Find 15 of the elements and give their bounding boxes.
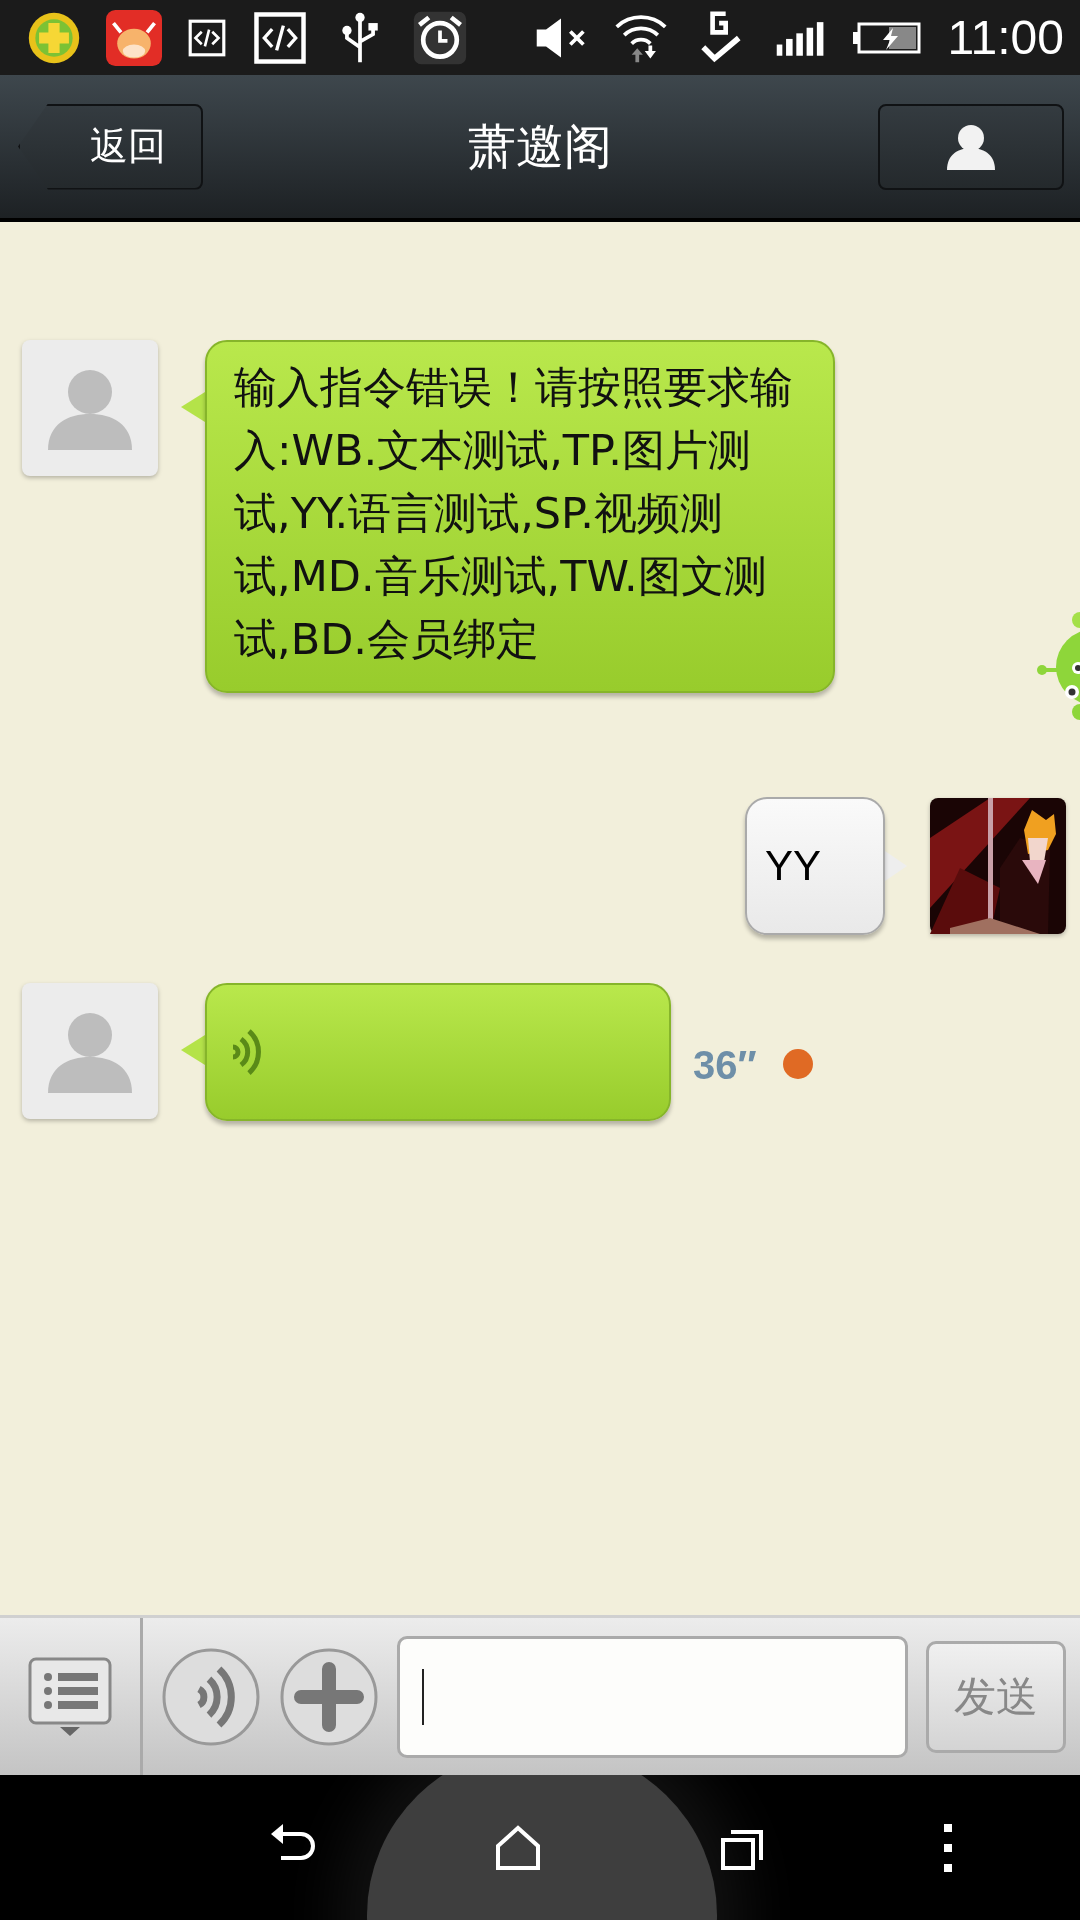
message-bubble: 输入指令错误！请按照要求输入:WB.文本测试,TP.图片测试,YY.语言测试,SP.视频测试,MD.音乐测试,TW.图文测试,BD.会员绑定 xyxy=(205,340,835,693)
code-icon xyxy=(252,9,308,66)
profile-button[interactable] xyxy=(878,103,1064,190)
message-input-field[interactable] xyxy=(397,1635,908,1758)
cow-app-icon xyxy=(106,9,162,66)
menu-icon[interactable] xyxy=(28,1656,112,1737)
chat-title: 萧邀阁 xyxy=(468,116,612,176)
clock-time: 11:00 xyxy=(947,10,1064,65)
message-bubble: YY xyxy=(745,797,885,935)
bubble-tail xyxy=(885,851,907,881)
voice-duration: 36″ xyxy=(693,1043,757,1088)
plus-icon[interactable] xyxy=(279,1646,379,1747)
back-button[interactable]: 返回 xyxy=(18,103,203,190)
voice-input-icon[interactable] xyxy=(161,1646,261,1747)
alarm-icon xyxy=(412,9,468,66)
